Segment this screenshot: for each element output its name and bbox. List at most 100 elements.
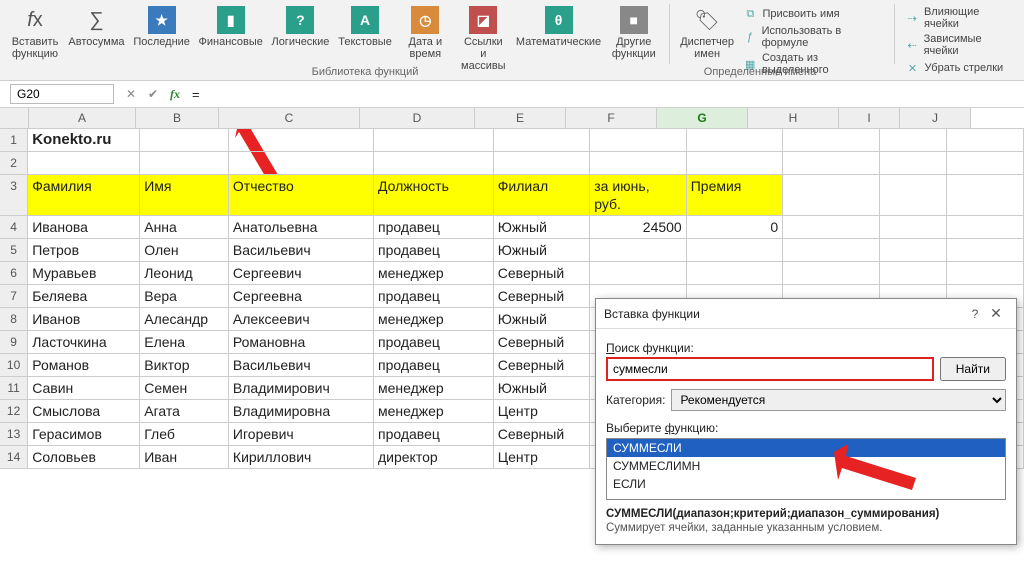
- trace-dependents-button[interactable]: ⇠Зависимые ячейки: [905, 33, 1014, 57]
- cell[interactable]: менеджер: [374, 262, 494, 284]
- category-select[interactable]: Рекомендуется: [671, 389, 1006, 411]
- cell[interactable]: Семен: [140, 377, 229, 399]
- cell[interactable]: [28, 152, 140, 174]
- cell[interactable]: [687, 262, 783, 284]
- cell[interactable]: [783, 239, 879, 261]
- cell[interactable]: Филиал: [494, 175, 590, 215]
- row-header[interactable]: 4: [0, 216, 28, 238]
- cell[interactable]: продавец: [374, 331, 494, 353]
- cell[interactable]: Фамилия: [28, 175, 140, 215]
- cell[interactable]: [880, 129, 947, 151]
- cell[interactable]: Южный: [494, 239, 590, 261]
- cell[interactable]: за июнь, руб.: [590, 175, 686, 215]
- cell[interactable]: [947, 152, 1024, 174]
- cell[interactable]: Игоревич: [229, 423, 374, 445]
- cell[interactable]: Смыслова: [28, 400, 140, 422]
- cell[interactable]: [783, 262, 879, 284]
- cell[interactable]: [783, 216, 879, 238]
- cell[interactable]: [880, 175, 947, 215]
- cell[interactable]: [947, 262, 1024, 284]
- cell[interactable]: Иван: [140, 446, 229, 468]
- cell[interactable]: 0: [687, 216, 783, 238]
- cell[interactable]: Северный: [494, 285, 590, 307]
- cell[interactable]: менеджер: [374, 308, 494, 330]
- cell[interactable]: Олен: [140, 239, 229, 261]
- cell[interactable]: продавец: [374, 354, 494, 376]
- col-header-F[interactable]: F: [566, 108, 657, 128]
- cell[interactable]: Анна: [140, 216, 229, 238]
- cell[interactable]: Алексеевич: [229, 308, 374, 330]
- name-manager-button[interactable]: 🏷 Диспетчер имен: [676, 4, 739, 62]
- logical-button[interactable]: ? Логические: [267, 4, 334, 50]
- text-button[interactable]: A Текстовые: [334, 4, 397, 50]
- cell[interactable]: Центр: [494, 400, 590, 422]
- cell[interactable]: [880, 152, 947, 174]
- remove-arrows-button[interactable]: ✕Убрать стрелки: [905, 60, 1004, 76]
- cell[interactable]: [880, 262, 947, 284]
- trace-precedents-button[interactable]: ⇢Влияющие ячейки: [905, 6, 1014, 30]
- col-header-C[interactable]: C: [219, 108, 360, 128]
- cell[interactable]: Отчество: [229, 175, 374, 215]
- cell[interactable]: Должность: [374, 175, 494, 215]
- col-header-H[interactable]: H: [748, 108, 839, 128]
- cell[interactable]: [494, 129, 590, 151]
- financial-button[interactable]: ▮ Финансовые: [194, 4, 267, 50]
- cell[interactable]: Алесандр: [140, 308, 229, 330]
- cell[interactable]: [374, 152, 494, 174]
- cell[interactable]: Романовна: [229, 331, 374, 353]
- recent-button[interactable]: ★ Последние: [129, 4, 194, 50]
- row-header[interactable]: 9: [0, 331, 28, 353]
- cell[interactable]: Северный: [494, 423, 590, 445]
- cell[interactable]: [947, 239, 1024, 261]
- cell[interactable]: [947, 129, 1024, 151]
- cell[interactable]: [140, 152, 229, 174]
- cancel-formula-button[interactable]: ✕: [120, 83, 142, 105]
- cell[interactable]: Васильевич: [229, 239, 374, 261]
- cell[interactable]: Северный: [494, 331, 590, 353]
- cell[interactable]: [687, 152, 783, 174]
- cell[interactable]: Глеб: [140, 423, 229, 445]
- search-function-input[interactable]: [606, 357, 934, 381]
- cell[interactable]: Центр: [494, 446, 590, 468]
- cell[interactable]: Владимировна: [229, 400, 374, 422]
- function-list-item[interactable]: ЕСЛИ: [607, 475, 1005, 493]
- row-header[interactable]: 3: [0, 175, 28, 215]
- cell[interactable]: [783, 152, 879, 174]
- row-header[interactable]: 2: [0, 152, 28, 174]
- cell[interactable]: [687, 129, 783, 151]
- autosum-button[interactable]: ∑ Автосумма: [64, 4, 129, 50]
- col-header-J[interactable]: J: [900, 108, 971, 128]
- function-list-item[interactable]: СУММЕСЛИМН: [607, 457, 1005, 475]
- cell[interactable]: [590, 129, 686, 151]
- define-name-button[interactable]: ⧉Присвоить имя: [742, 6, 839, 22]
- row-header[interactable]: 5: [0, 239, 28, 261]
- other-func-button[interactable]: ■ Другие функции: [605, 4, 663, 62]
- cell[interactable]: Иванов: [28, 308, 140, 330]
- cell[interactable]: [880, 239, 947, 261]
- cell[interactable]: Романов: [28, 354, 140, 376]
- col-header-G[interactable]: G: [657, 108, 748, 128]
- dialog-help-button[interactable]: ?: [966, 307, 984, 321]
- cell[interactable]: Ласточкина: [28, 331, 140, 353]
- cell[interactable]: Иванова: [28, 216, 140, 238]
- row-header[interactable]: 11: [0, 377, 28, 399]
- cell[interactable]: [947, 216, 1024, 238]
- row-header[interactable]: 6: [0, 262, 28, 284]
- lookup-button[interactable]: ◪ Ссылки и массивы: [454, 4, 512, 74]
- math-button[interactable]: θ Математические: [512, 4, 604, 50]
- cell[interactable]: Виктор: [140, 354, 229, 376]
- function-list[interactable]: СУММЕСЛИ СУММЕСЛИМН ЕСЛИ: [606, 438, 1006, 500]
- cell[interactable]: Северный: [494, 262, 590, 284]
- accept-formula-button[interactable]: ✔: [142, 83, 164, 105]
- row-header[interactable]: 8: [0, 308, 28, 330]
- formula-input[interactable]: =: [186, 84, 1024, 105]
- cell[interactable]: Владимирович: [229, 377, 374, 399]
- cell[interactable]: Южный: [494, 216, 590, 238]
- cell[interactable]: Премия: [687, 175, 783, 215]
- cell[interactable]: Агата: [140, 400, 229, 422]
- row-header[interactable]: 12: [0, 400, 28, 422]
- cell[interactable]: Беляева: [28, 285, 140, 307]
- cell[interactable]: продавец: [374, 285, 494, 307]
- cell[interactable]: Южный: [494, 308, 590, 330]
- cell[interactable]: Вера: [140, 285, 229, 307]
